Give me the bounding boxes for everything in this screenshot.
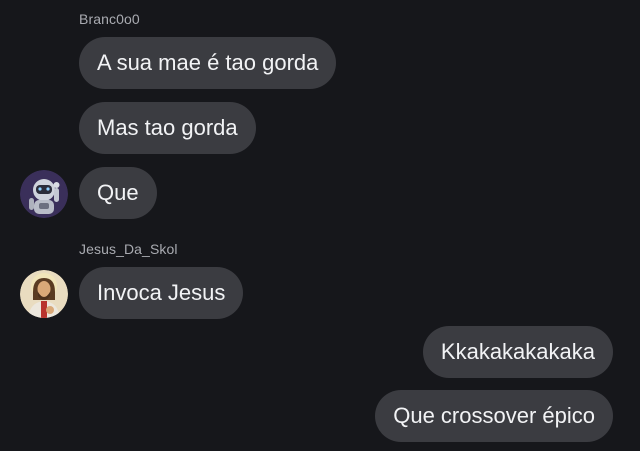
astronaut-avatar-icon[interactable] <box>20 170 68 218</box>
message-bubble[interactable]: Kkakakakakaka <box>422 326 613 378</box>
sender-name[interactable]: Jesus_Da_Skol <box>79 241 178 257</box>
message-bubble[interactable]: Que <box>79 167 157 219</box>
chat-thread: Branc0o0 A sua mae é tao gorda Mas tao g… <box>0 0 640 451</box>
message-bubble[interactable]: Invoca Jesus <box>79 267 244 319</box>
message-bubble[interactable]: A sua mae é tao gorda <box>79 37 337 89</box>
message-bubble[interactable]: Que crossover épico <box>375 390 613 442</box>
sender-name[interactable]: Branc0o0 <box>79 11 140 27</box>
jesus-avatar-icon[interactable] <box>20 270 68 318</box>
message-bubble[interactable]: Mas tao gorda <box>79 102 256 154</box>
